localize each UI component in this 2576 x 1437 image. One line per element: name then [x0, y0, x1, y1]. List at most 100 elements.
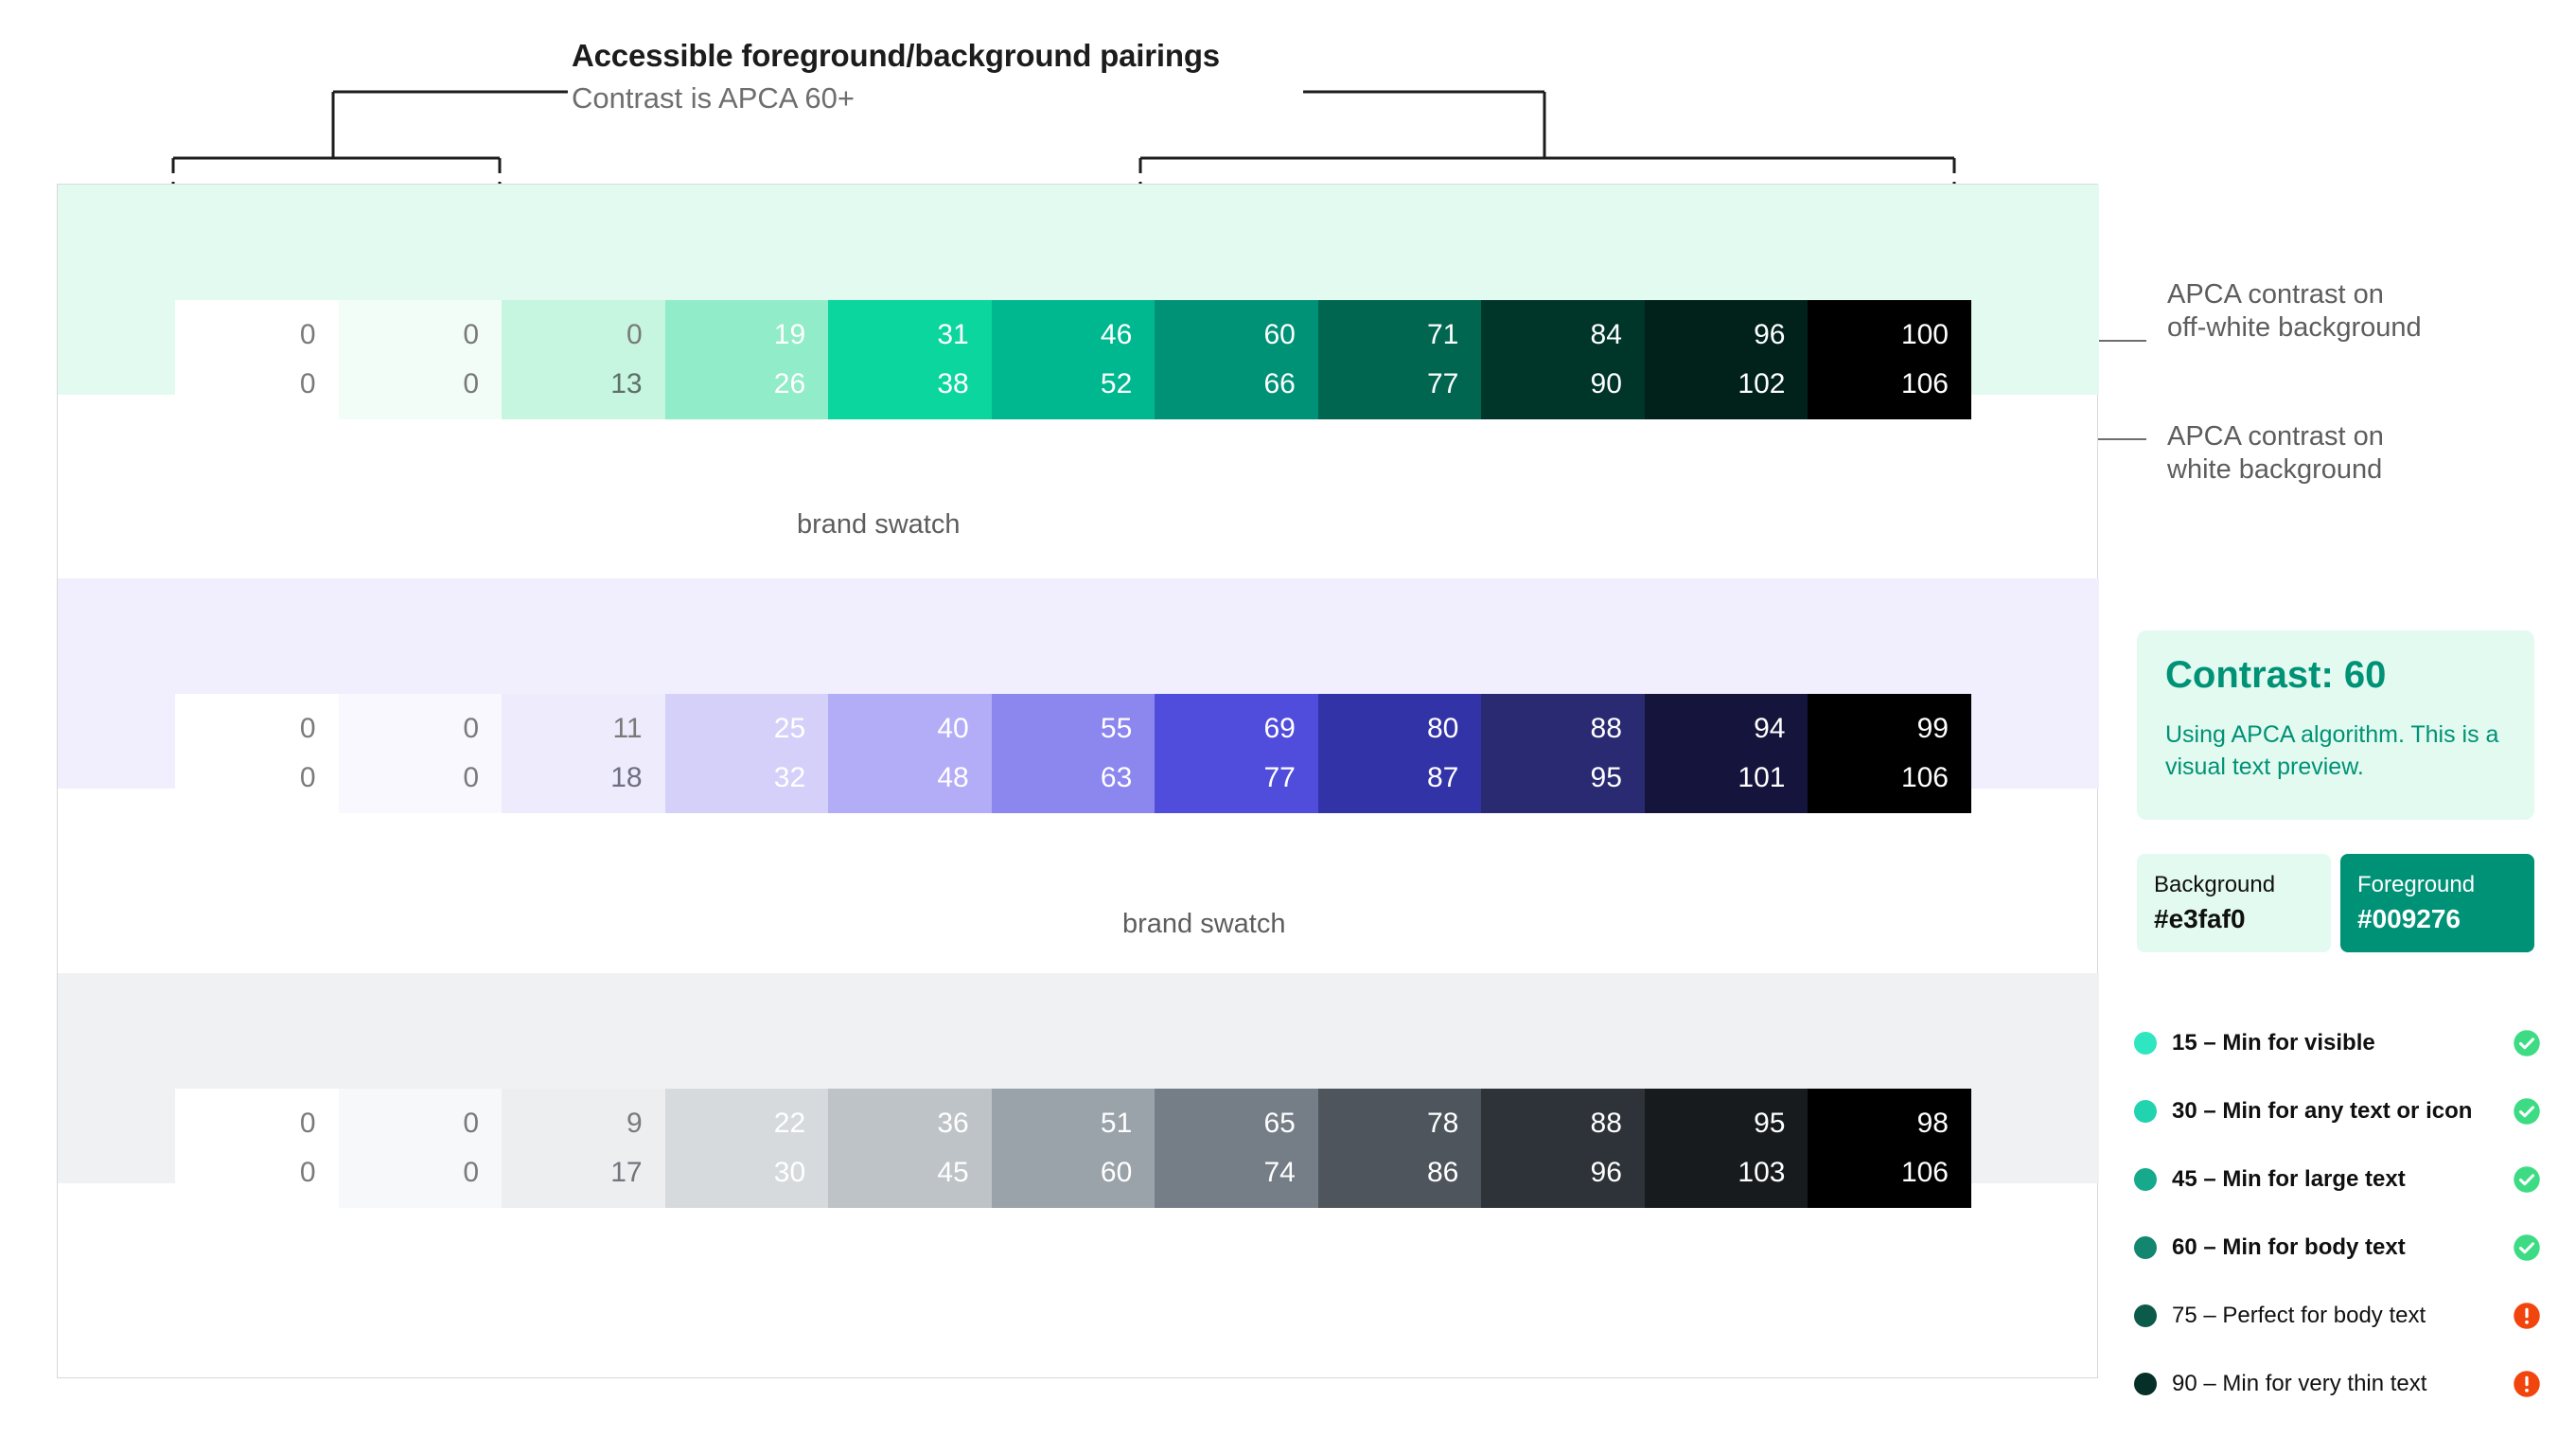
apca-value-off-white: 9: [626, 1108, 643, 1139]
apca-value-white: 32: [773, 762, 806, 793]
contrast-preview-card: Contrast: 60 Using APCA algorithm. This …: [2137, 630, 2534, 820]
apca-value-white: 74: [1263, 1157, 1296, 1188]
chip-label: Foreground: [2357, 872, 2476, 897]
swatch-cell[interactable]: 36 45: [828, 1089, 992, 1208]
apca-value-white: 26: [773, 368, 806, 399]
apca-value-white: 18: [610, 762, 643, 793]
apca-value-white: 106: [1900, 1157, 1949, 1188]
apca-value-white: 52: [1100, 368, 1133, 399]
apca-value-white: 0: [463, 1157, 480, 1188]
swatch-cell[interactable]: 55 63: [991, 694, 1156, 813]
apca-value-white: 0: [299, 762, 316, 793]
apca-value-white: 106: [1900, 368, 1949, 399]
apca-value-off-white: 0: [626, 319, 643, 350]
apca-value-white: 86: [1426, 1157, 1459, 1188]
threshold-dot-icon: [2134, 1236, 2157, 1259]
apca-value-white: 101: [1738, 762, 1786, 793]
swatch-cell[interactable]: 96 102: [1644, 300, 1808, 419]
apca-value-white: 38: [937, 368, 969, 399]
apca-value-white: 87: [1426, 762, 1459, 793]
swatch-cell[interactable]: 99 106: [1808, 694, 1971, 813]
swatch-cell[interactable]: 88 95: [1481, 694, 1645, 813]
apca-value-off-white: 55: [1100, 713, 1133, 744]
swatch-cell[interactable]: 00: [175, 694, 339, 813]
threshold-dot-icon: [2134, 1304, 2157, 1327]
apca-value-off-white: 88: [1590, 1108, 1622, 1139]
apca-value-white: 106: [1900, 762, 1949, 793]
swatch-cell[interactable]: 00: [175, 300, 339, 419]
annotation-off-white-line2: off-white background: [2167, 312, 2422, 344]
threshold-dot-icon: [2134, 1032, 2157, 1055]
swatch-cell[interactable]: 95 103: [1644, 1089, 1808, 1208]
legend-label: 45 – Min for large text: [2172, 1166, 2406, 1192]
threshold-dot-icon: [2134, 1100, 2157, 1123]
apca-value-white: 0: [299, 1157, 316, 1188]
threshold-dot-icon: [2134, 1168, 2157, 1191]
contrast-preview-title: Contrast: 60: [2165, 654, 2387, 696]
contrast-preview-body: Using APCA algorithm. This is a visual t…: [2165, 721, 2499, 780]
swatch-cell[interactable]: 80 87: [1317, 694, 1482, 813]
swatch-cell[interactable]: 98 106: [1808, 1089, 1971, 1208]
swatch-row-purple: 0 0 0 0 11 18 25 32 40 48 55 63 69 77 80 87 88 95 94 101 99 1…: [175, 694, 1971, 813]
legend-label: 90 – Min for very thin text: [2172, 1371, 2427, 1396]
swatch-cell[interactable]: 60 66: [1155, 300, 1318, 419]
apca-value-white: 0: [299, 368, 316, 399]
apca-value-off-white: 19: [773, 319, 806, 350]
swatch-cell[interactable]: 94 101: [1644, 694, 1808, 813]
swatch-cell[interactable]: 100 106: [1808, 300, 1971, 419]
apca-value-white: 60: [1100, 1157, 1133, 1188]
page-subtitle: Contrast is APCA 60+: [572, 81, 855, 115]
swatch-cell[interactable]: 78 86: [1317, 1089, 1482, 1208]
chart-header: Accessible foreground/background pairing…: [572, 38, 1220, 115]
apca-value-white: 13: [610, 368, 643, 399]
swatch-cell[interactable]: 00: [338, 1089, 503, 1208]
apca-value-off-white: 98: [1916, 1108, 1949, 1139]
apca-value-white: 0: [463, 368, 480, 399]
swatch-cell[interactable]: 25 32: [664, 694, 829, 813]
swatch-cell[interactable]: 65 74: [1155, 1089, 1318, 1208]
legend-row: 75 – Perfect for body text: [2134, 1282, 2541, 1350]
apca-value-off-white: 31: [937, 319, 969, 350]
apca-value-white: 45: [937, 1157, 969, 1188]
swatch-cell[interactable]: 00: [338, 694, 503, 813]
swatch-cell[interactable]: 19 26: [664, 300, 829, 419]
swatch-cell[interactable]: 69 77: [1155, 694, 1318, 813]
apca-value-off-white: 94: [1754, 713, 1786, 744]
legend-label: 60 – Min for body text: [2172, 1234, 2406, 1260]
apca-value-white: 48: [937, 762, 969, 793]
brand-swatch-label-purple: brand swatch: [1122, 909, 1286, 939]
swatch-cell[interactable]: 84 90: [1481, 300, 1645, 419]
swatch-cell[interactable]: 0 13: [502, 300, 665, 419]
apca-value-white: 30: [773, 1157, 806, 1188]
legend-label: 75 – Perfect for body text: [2172, 1303, 2426, 1328]
swatch-cell[interactable]: 11 18: [502, 694, 665, 813]
apca-value-off-white: 65: [1263, 1108, 1296, 1139]
check-circle-icon: [2514, 1030, 2540, 1056]
check-circle-icon: [2514, 1098, 2540, 1125]
swatch-cell[interactable]: 88 96: [1481, 1089, 1645, 1208]
apca-value-off-white: 99: [1916, 713, 1949, 744]
chip-label: Background: [2154, 872, 2276, 897]
swatch-cell[interactable]: 9 17: [502, 1089, 665, 1208]
check-circle-icon: [2514, 1234, 2540, 1261]
swatch-cell[interactable]: 22 30: [664, 1089, 829, 1208]
swatch-cell[interactable]: 46 52: [991, 300, 1156, 419]
swatch-cell[interactable]: 40 48: [828, 694, 992, 813]
apca-value-off-white: 0: [463, 713, 480, 744]
apca-value-off-white: 80: [1426, 713, 1459, 744]
legend-row: 45 – Min for large text: [2134, 1145, 2541, 1214]
background-color-chip[interactable]: Background #e3faf0: [2137, 854, 2331, 952]
annotation-white-line2: white background: [2167, 454, 2383, 486]
apca-value-off-white: 100: [1900, 319, 1949, 350]
swatch-cell[interactable]: 51 60: [991, 1089, 1156, 1208]
page-title: Accessible foreground/background pairing…: [572, 38, 1220, 73]
foreground-color-chip[interactable]: Foreground #009276: [2340, 854, 2534, 952]
apca-value-off-white: 95: [1754, 1108, 1786, 1139]
swatch-cell[interactable]: 31 38: [828, 300, 992, 419]
swatch-cell[interactable]: 71 77: [1317, 300, 1482, 419]
apca-value-white: 63: [1100, 762, 1133, 793]
legend-row: 15 – Min for visible: [2134, 1009, 2541, 1077]
swatch-cell[interactable]: 00: [175, 1089, 339, 1208]
swatch-cell[interactable]: 00: [338, 300, 503, 419]
apca-value-white: 0: [463, 762, 480, 793]
